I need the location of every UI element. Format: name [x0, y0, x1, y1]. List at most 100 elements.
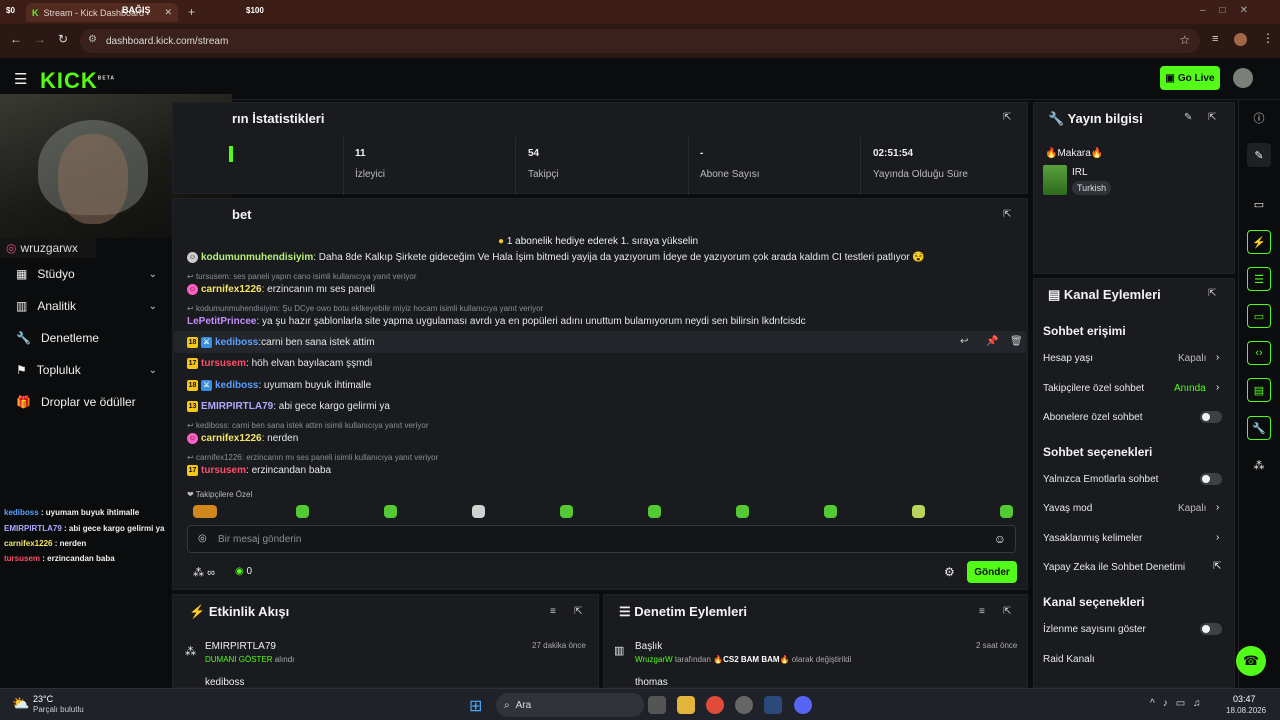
edit-icon[interactable]: ✎ — [1184, 112, 1192, 123]
slow-mode-label: Yavaş mod — [1043, 503, 1093, 514]
profile-avatar[interactable] — [1234, 33, 1247, 46]
chevron-right-icon[interactable]: › — [1216, 532, 1219, 543]
gift-sub-banner[interactable]: ● 1 abonelik hediye ederek 1. sıraya yük… — [498, 236, 698, 247]
back-icon[interactable]: ← — [10, 32, 22, 46]
pencil-icon[interactable]: ✎ — [1247, 143, 1271, 167]
account-age-value[interactable]: Kapalı — [1178, 353, 1206, 364]
emote-fire[interactable] — [193, 505, 217, 518]
emote[interactable] — [736, 505, 749, 518]
coins-display[interactable]: ◉ 0 — [235, 566, 252, 577]
send-button[interactable]: Gönder — [967, 561, 1017, 583]
subs-only-toggle[interactable] — [1200, 411, 1222, 423]
user-avatar[interactable] — [1233, 68, 1253, 88]
pin-icon[interactable]: 📌 — [986, 336, 998, 347]
emote[interactable] — [560, 505, 573, 518]
hamburger-menu-icon[interactable]: ☰ — [14, 70, 27, 88]
window-controls[interactable]: –□✕ — [1200, 5, 1262, 16]
filter-icon[interactable]: ≡ — [550, 606, 556, 617]
chrome-icon[interactable] — [706, 696, 724, 714]
reply-context: ↩ kediboss: carni ben sana istek attim i… — [187, 421, 429, 430]
emote[interactable] — [296, 505, 309, 518]
filter-icon[interactable]: ≡ — [979, 606, 985, 617]
url-input[interactable]: ⚙ dashboard.kick.com/stream ☆ — [80, 29, 1200, 53]
media-icon[interactable]: ≡ — [1212, 33, 1218, 45]
list-icon[interactable]: ☰ — [1247, 267, 1271, 291]
popout-icon[interactable]: ⇱ — [1003, 606, 1011, 617]
bolt-icon[interactable]: ⚡ — [1247, 230, 1271, 254]
chevron-right-icon[interactable]: › — [1216, 502, 1219, 513]
emotes-only-toggle[interactable] — [1200, 473, 1222, 485]
emote[interactable] — [824, 505, 837, 518]
points-icon[interactable]: ⁂ — [1247, 453, 1271, 477]
info-icon[interactable]: ⓘ — [1247, 106, 1271, 130]
chat-message: ☺ kodumunmuhendisiyim: Daha 8de Kalkıp Şi… — [187, 252, 925, 264]
ai-moderation-label[interactable]: Yapay Zeka ile Sohbet Denetimi — [1043, 562, 1185, 573]
emote[interactable] — [472, 505, 485, 518]
code-icon[interactable]: ‹› — [1247, 341, 1271, 365]
wrench-icon[interactable]: 🔧 — [1247, 416, 1271, 440]
clock-time: 03:47 — [1233, 694, 1256, 704]
stream-title-text: 🔥Makara🔥 — [1045, 148, 1104, 159]
tab-kick-dashboard[interactable]: K Stream - Kick Dashboard ✕ — [26, 3, 178, 22]
emoji-icon[interactable]: ☺ — [994, 532, 1006, 546]
delete-icon[interactable]: 🗑 — [1010, 336, 1023, 347]
nav-item-analytics[interactable]: ▥ Analitik ⌄ — [16, 296, 161, 316]
url-text: dashboard.kick.com/stream — [106, 35, 229, 47]
chevron-right-icon[interactable]: › — [1216, 352, 1219, 363]
sliders-icon: ▤ — [1048, 287, 1061, 302]
heart-icon: ❤ — [187, 490, 194, 499]
sliders-icon[interactable]: ▤ — [1247, 378, 1271, 402]
nav-item-studio[interactable]: ▦ Stüdyo ⌄ — [16, 264, 161, 284]
banned-words-label[interactable]: Yasaklanmış kelimeler — [1043, 533, 1142, 544]
chat-settings-icon[interactable]: ⚙ — [944, 565, 955, 579]
external-link-icon[interactable]: ⇱ — [1213, 561, 1221, 572]
layout-icon[interactable]: ▭ — [1247, 192, 1271, 216]
kick-logo[interactable]: KICKBETA — [40, 68, 115, 94]
nav-item-drops[interactable]: 🎁 Droplar ve ödüller — [16, 392, 161, 412]
emote[interactable] — [912, 505, 925, 518]
obs-icon[interactable] — [735, 696, 753, 714]
popout-icon[interactable]: ⇱ — [1208, 112, 1216, 123]
new-tab-icon[interactable]: + — [188, 5, 195, 19]
chat-input[interactable]: ◎ Bir mesaj gönderin ☺ — [187, 525, 1016, 553]
task-view-icon[interactable] — [648, 696, 666, 714]
wrench-icon: 🔧 — [1048, 111, 1065, 126]
slow-mode-value[interactable]: Kapalı — [1178, 503, 1206, 514]
chat-message: 13 EMIRPIRTLA79: abi gece kargo gelirmi y… — [187, 401, 390, 413]
reload-icon[interactable]: ↻ — [58, 32, 68, 46]
points-display[interactable]: ⁂ ∞ — [193, 566, 215, 579]
followers-only-value[interactable]: Anında — [1174, 383, 1206, 394]
popout-icon[interactable]: ⇱ — [1208, 288, 1216, 299]
activity-user: kediboss — [205, 677, 245, 687]
site-info-icon[interactable]: ⚙ — [88, 34, 97, 45]
raid-channel-label[interactable]: Raid Kanalı — [1043, 654, 1095, 665]
chevron-down-icon: ⌄ — [148, 364, 157, 376]
show-views-toggle[interactable] — [1200, 623, 1222, 635]
emote[interactable] — [648, 505, 661, 518]
support-chat-icon[interactable]: ☎ — [1236, 646, 1266, 676]
browser-menu-icon[interactable]: ⋮ — [1262, 31, 1274, 45]
taskbar-search[interactable]: ⌕ Ara — [496, 693, 644, 717]
forward-icon[interactable]: → — [34, 32, 46, 46]
nav-item-community[interactable]: ⚑ Topluluk ⌄ — [16, 360, 161, 380]
chat-icon[interactable]: ▭ — [1247, 304, 1271, 328]
emote[interactable] — [384, 505, 397, 518]
reply-icon[interactable]: ↩ — [960, 336, 968, 347]
close-tab-icon[interactable]: ✕ — [164, 7, 172, 18]
activity-detail: DUMANI GÖSTER alındı — [205, 655, 295, 664]
nav-item-moderation[interactable]: 🔧 Denetleme — [16, 328, 161, 348]
popout-icon[interactable]: ⇱ — [1003, 209, 1011, 220]
category-thumbnail[interactable] — [1043, 165, 1067, 195]
discord-icon[interactable] — [794, 696, 812, 714]
chevron-right-icon[interactable]: › — [1216, 382, 1219, 393]
system-tray-icons[interactable]: ^♪▭♫ — [1150, 698, 1209, 709]
windows-start-icon[interactable]: ⊞ — [469, 696, 482, 716]
go-live-button[interactable]: ▣ Go Live — [1160, 66, 1220, 90]
steam-icon[interactable] — [764, 696, 782, 714]
file-explorer-icon[interactable] — [677, 696, 695, 714]
weather-icon[interactable]: ⛅ — [12, 695, 29, 712]
popout-icon[interactable]: ⇱ — [574, 606, 582, 617]
emote[interactable] — [1000, 505, 1013, 518]
bookmark-star-icon[interactable]: ☆ — [1179, 33, 1190, 47]
popout-icon[interactable]: ⇱ — [1003, 112, 1011, 123]
